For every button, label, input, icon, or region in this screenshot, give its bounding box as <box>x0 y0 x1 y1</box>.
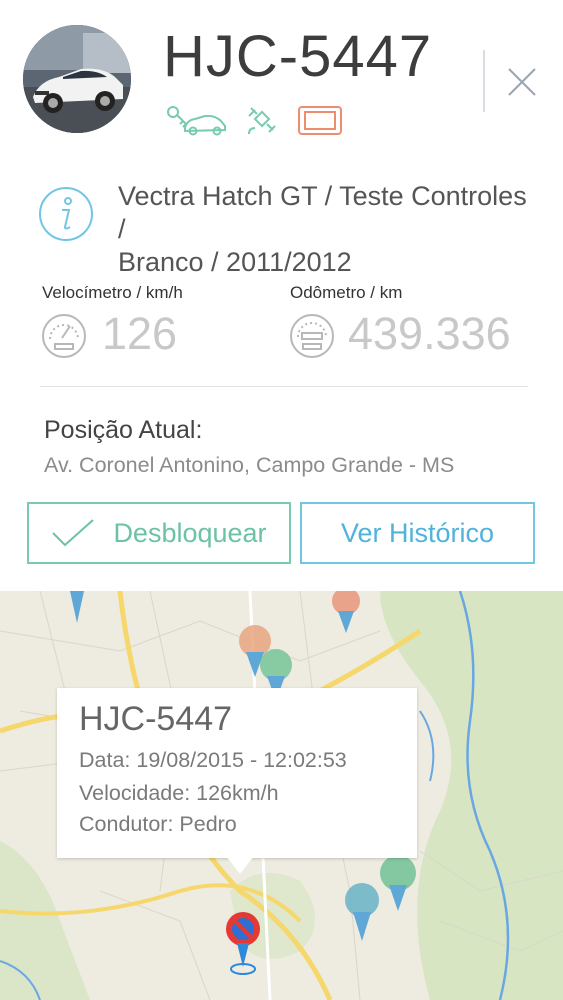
vehicle-description: Vectra Hatch GT / Teste Controles / Bran… <box>118 180 538 279</box>
map-marker[interactable] <box>330 591 362 635</box>
unlock-label: Desbloquear <box>113 517 267 548</box>
satellite-icon <box>248 107 276 135</box>
map-marker[interactable] <box>343 881 381 943</box>
header-divider <box>483 50 485 112</box>
unlock-button[interactable]: Desbloquear <box>27 502 291 564</box>
checkmark-icon <box>52 519 95 547</box>
car-key-icon <box>167 106 226 136</box>
history-label: Ver Histórico <box>340 517 495 548</box>
description-line-2: Branco / 2011/2012 <box>118 247 352 277</box>
close-button[interactable] <box>506 66 538 98</box>
car-photo <box>23 25 131 133</box>
odometer-value: 439.336 <box>348 308 511 359</box>
popup-pointer <box>226 856 254 874</box>
vehicle-avatar <box>23 25 131 133</box>
odometer-label: Odômetro / km <box>290 283 403 302</box>
info-icon <box>38 186 94 242</box>
popup-driver: Condutor: Pedro <box>79 812 237 836</box>
vehicle-status-icons <box>165 104 343 136</box>
popup-speed: Velocidade: 126km/h <box>79 781 279 805</box>
popup-date: Data: 19/08/2015 - 12:02:53 <box>79 748 347 772</box>
vehicle-plate: HJC-5447 <box>163 24 433 89</box>
map-info-popup: HJC-5447 Data: 19/08/2015 - 12:02:53 Vel… <box>57 688 417 858</box>
speed-label: Velocímetro / km/h <box>42 283 183 302</box>
popup-plate: HJC-5447 <box>79 700 233 738</box>
close-icon <box>508 68 536 96</box>
description-line-1: Vectra Hatch GT / Teste Controles / <box>118 181 527 244</box>
odometer-icon <box>288 312 336 365</box>
position-address: Av. Coronel Antonino, Campo Grande - MS <box>44 453 455 477</box>
map-marker[interactable] <box>62 591 92 625</box>
history-button[interactable]: Ver Histórico <box>300 502 535 564</box>
tablet-icon <box>298 106 342 135</box>
speedometer-icon <box>40 312 88 365</box>
divider <box>40 386 528 387</box>
position-title: Posição Atual: <box>44 416 203 444</box>
map-marker[interactable] <box>378 853 418 913</box>
speed-value: 126 <box>102 308 178 359</box>
vehicle-location-marker[interactable] <box>220 909 266 981</box>
